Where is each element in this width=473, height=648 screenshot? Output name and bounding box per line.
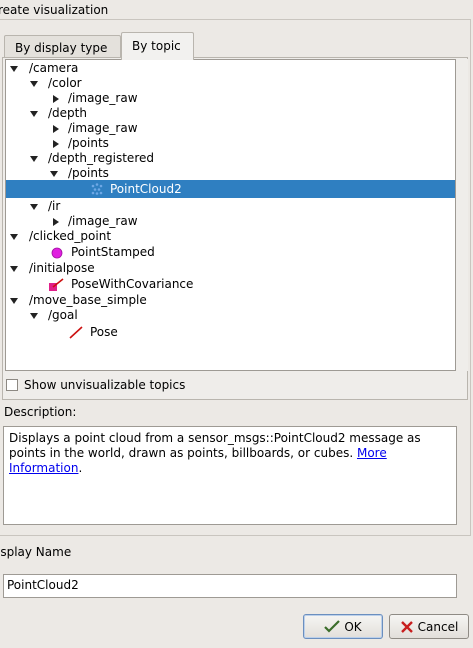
chevron-down-icon[interactable] <box>10 66 18 72</box>
display-name-title: isplay Name <box>0 545 72 559</box>
chevron-right-icon[interactable] <box>53 95 59 103</box>
tree-item-depth-image-raw[interactable]: /image_raw <box>6 121 455 136</box>
tree-item-depth-registered[interactable]: /depth_registered <box>6 151 455 166</box>
chevron-down-icon[interactable] <box>30 81 38 87</box>
chevron-down-icon[interactable] <box>10 234 18 240</box>
tree-item-ir-image-raw[interactable]: /image_raw <box>6 214 455 229</box>
tree-scrollbar[interactable] <box>456 59 468 371</box>
magenta-dot-icon <box>51 247 63 259</box>
chevron-down-icon[interactable] <box>10 298 18 304</box>
tab-by-display-type[interactable]: By display type <box>4 35 121 59</box>
tree-item-depth[interactable]: /depth <box>6 106 455 121</box>
tree-item-camera[interactable]: /camera <box>6 61 455 76</box>
chevron-right-icon[interactable] <box>53 140 59 148</box>
ok-button[interactable]: OK <box>303 614 383 639</box>
tree-item-clicked-point[interactable]: /clicked_point <box>6 229 455 244</box>
close-icon <box>400 620 413 633</box>
tree-item-goal[interactable]: /goal <box>6 308 455 323</box>
pose-covariance-icon <box>49 278 64 291</box>
tree-item-move-base-simple[interactable]: /move_base_simple <box>6 293 455 308</box>
ok-label: OK <box>344 619 362 634</box>
chevron-right-icon[interactable] <box>53 125 59 133</box>
chevron-down-icon[interactable] <box>30 313 38 319</box>
cancel-button[interactable]: Cancel <box>389 614 469 639</box>
chevron-down-icon[interactable] <box>30 111 38 117</box>
check-icon <box>324 619 341 633</box>
red-arrow-icon <box>69 326 83 339</box>
tree-item-pointcloud2[interactable]: PointCloud2 <box>6 180 455 198</box>
description-tail: . <box>78 461 83 475</box>
topic-tree[interactable]: /camera /color /image_raw /depth /image_… <box>5 59 456 371</box>
chevron-down-icon[interactable] <box>10 266 18 272</box>
tree-item-depth-points[interactable]: /points <box>6 136 455 151</box>
tree-item-color-image-raw[interactable]: /image_raw <box>6 91 455 106</box>
tree-item-ir[interactable]: /ir <box>6 199 455 214</box>
point-cloud-icon <box>91 183 103 195</box>
tree-item-pose[interactable]: Pose <box>6 325 455 340</box>
tree-item-color[interactable]: /color <box>6 76 455 91</box>
show-unvisualizable-label: Show unvisualizable topics <box>24 378 186 392</box>
tree-item-initialpose[interactable]: /initialpose <box>6 261 455 276</box>
tree-item-pointstamped[interactable]: PointStamped <box>6 245 455 260</box>
tab-by-topic[interactable]: By topic <box>121 32 194 60</box>
show-unvisualizable-checkbox[interactable] <box>6 379 18 391</box>
chevron-down-icon[interactable] <box>30 204 38 210</box>
display-name-input[interactable]: PointCloud2 <box>3 574 457 598</box>
description-title: Description: <box>4 405 77 419</box>
group-title: reate visualization <box>0 3 109 17</box>
chevron-down-icon[interactable] <box>50 171 58 177</box>
chevron-down-icon[interactable] <box>30 156 38 162</box>
tree-item-depth-registered-points[interactable]: /points <box>6 166 455 181</box>
cancel-label: Cancel <box>417 619 459 634</box>
chevron-right-icon[interactable] <box>53 218 59 226</box>
description-box: Displays a point cloud from a sensor_msg… <box>3 426 457 525</box>
tree-item-posewithcovariance[interactable]: PoseWithCovariance <box>6 277 455 292</box>
